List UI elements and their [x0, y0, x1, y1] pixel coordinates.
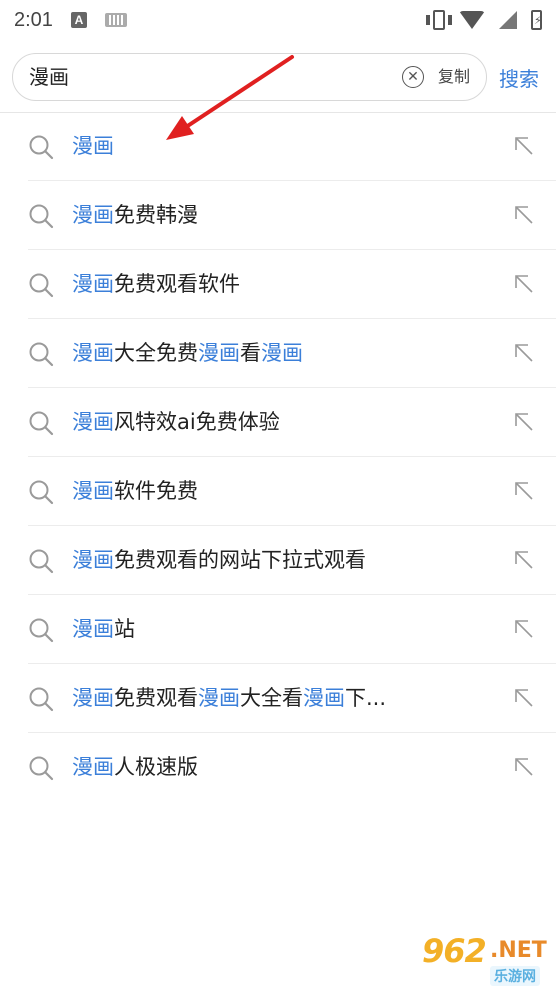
fill-query-arrow-icon[interactable]: [512, 479, 536, 503]
search-icon: [29, 135, 54, 160]
suggestion-text: 漫画免费观看软件: [72, 250, 240, 319]
suggestion-rest: 看: [240, 341, 261, 365]
fill-query-arrow-icon[interactable]: [512, 548, 536, 572]
search-icon: [29, 756, 54, 781]
suggestion-item[interactable]: 漫画免费观看漫画大全看漫画下...: [0, 664, 556, 733]
search-input[interactable]: [29, 54, 389, 100]
search-icon: [29, 480, 54, 505]
suggestion-rest: 人极速版: [114, 755, 198, 779]
suggestion-item[interactable]: 漫画软件免费: [0, 457, 556, 526]
fill-query-arrow-icon[interactable]: [512, 203, 536, 227]
suggestion-highlight: 漫画: [72, 134, 114, 158]
suggestion-item[interactable]: 漫画免费韩漫: [0, 181, 556, 250]
vibrate-icon: [426, 10, 452, 30]
fill-query-arrow-icon[interactable]: [512, 686, 536, 710]
watermark-net: .NET: [490, 938, 547, 963]
search-icon: [29, 549, 54, 574]
suggestion-item[interactable]: 漫画免费观看软件: [0, 250, 556, 319]
suggestion-highlight: 漫画: [261, 341, 303, 365]
suggestion-highlight: 漫画: [198, 686, 240, 710]
watermark-number: 962: [422, 932, 487, 970]
suggestion-text: 漫画站: [72, 595, 135, 664]
suggestion-highlight: 漫画: [72, 617, 114, 641]
fill-query-arrow-icon[interactable]: [512, 410, 536, 434]
battery-charging-icon: ⚡: [531, 10, 542, 30]
suggestion-rest: 软件免费: [114, 479, 198, 503]
clear-icon[interactable]: ✕: [402, 66, 424, 88]
suggestion-highlight: 漫画: [198, 341, 240, 365]
notification-a-icon: A: [70, 12, 87, 28]
suggestion-item[interactable]: 漫画: [0, 112, 556, 181]
suggestion-text: 漫画大全免费漫画看漫画: [72, 319, 303, 388]
search-icon: [29, 273, 54, 298]
suggestion-highlight: 漫画: [72, 686, 114, 710]
suggestion-highlight: 漫画: [72, 548, 114, 572]
suggestion-highlight: 漫画: [72, 341, 114, 365]
suggestion-highlight: 漫画: [303, 686, 345, 710]
suggestion-highlight: 漫画: [72, 410, 114, 434]
wifi-icon: [459, 11, 485, 29]
search-icon: [29, 411, 54, 436]
suggestion-item[interactable]: 漫画免费观看的网站下拉式观看: [0, 526, 556, 595]
suggestion-item[interactable]: 漫画风特效ai免费体验: [0, 388, 556, 457]
suggestion-item[interactable]: 漫画站: [0, 595, 556, 664]
suggestion-highlight: 漫画: [72, 272, 114, 296]
suggestion-text: 漫画风特效ai免费体验: [72, 388, 280, 457]
fill-query-arrow-icon[interactable]: [512, 272, 536, 296]
fill-query-arrow-icon[interactable]: [512, 755, 536, 779]
suggestion-item[interactable]: 漫画大全免费漫画看漫画: [0, 319, 556, 388]
status-bar: 2:01 A ⚡: [0, 0, 556, 40]
suggestion-rest: 免费观看软件: [114, 272, 240, 296]
suggestion-highlight: 漫画: [72, 755, 114, 779]
search-icon: [29, 342, 54, 367]
fill-query-arrow-icon[interactable]: [512, 134, 536, 158]
suggestion-text: 漫画: [72, 112, 114, 181]
search-icon: [29, 687, 54, 712]
search-button[interactable]: 搜索: [499, 63, 539, 92]
suggestion-list: 漫画 漫画免费韩漫 漫画免费观看软件 漫画大全免费漫画看漫画 漫画风特效ai免费体验 漫画…: [0, 112, 556, 802]
suggestion-text: 漫画免费观看漫画大全看漫画下...: [72, 664, 386, 733]
fill-query-arrow-icon[interactable]: [512, 341, 536, 365]
search-icon: [29, 618, 54, 643]
cell-signal-icon: [499, 11, 517, 29]
search-header: ✕ 复制 搜索: [0, 40, 556, 113]
suggestion-rest: 大全免费: [114, 341, 198, 365]
search-icon: [29, 204, 54, 229]
suggestion-text: 漫画软件免费: [72, 457, 198, 526]
fill-query-arrow-icon[interactable]: [512, 617, 536, 641]
status-time: 2:01: [14, 8, 53, 31]
copy-button[interactable]: 复制: [438, 54, 470, 100]
keyboard-icon: [104, 13, 127, 27]
suggestion-rest: 大全看: [240, 686, 303, 710]
suggestion-text: 漫画人极速版: [72, 733, 198, 802]
suggestion-rest: 风特效ai免费体验: [114, 410, 280, 434]
watermark-logo: 962 .NET 乐游网: [416, 930, 552, 986]
suggestion-text: 漫画免费韩漫: [72, 181, 198, 250]
suggestion-highlight: 漫画: [72, 203, 114, 227]
watermark-site: 乐游网: [490, 966, 540, 986]
suggestion-rest: 站: [114, 617, 135, 641]
suggestion-rest: 免费韩漫: [114, 203, 198, 227]
suggestion-rest: 免费观看: [114, 686, 198, 710]
suggestion-item[interactable]: 漫画人极速版: [0, 733, 556, 802]
suggestion-rest: 免费观看的网站下拉式观看: [114, 548, 366, 572]
suggestion-highlight: 漫画: [72, 479, 114, 503]
suggestion-text: 漫画免费观看的网站下拉式观看: [72, 526, 366, 595]
suggestion-rest: 下...: [345, 686, 387, 710]
search-box[interactable]: ✕ 复制: [12, 53, 487, 101]
